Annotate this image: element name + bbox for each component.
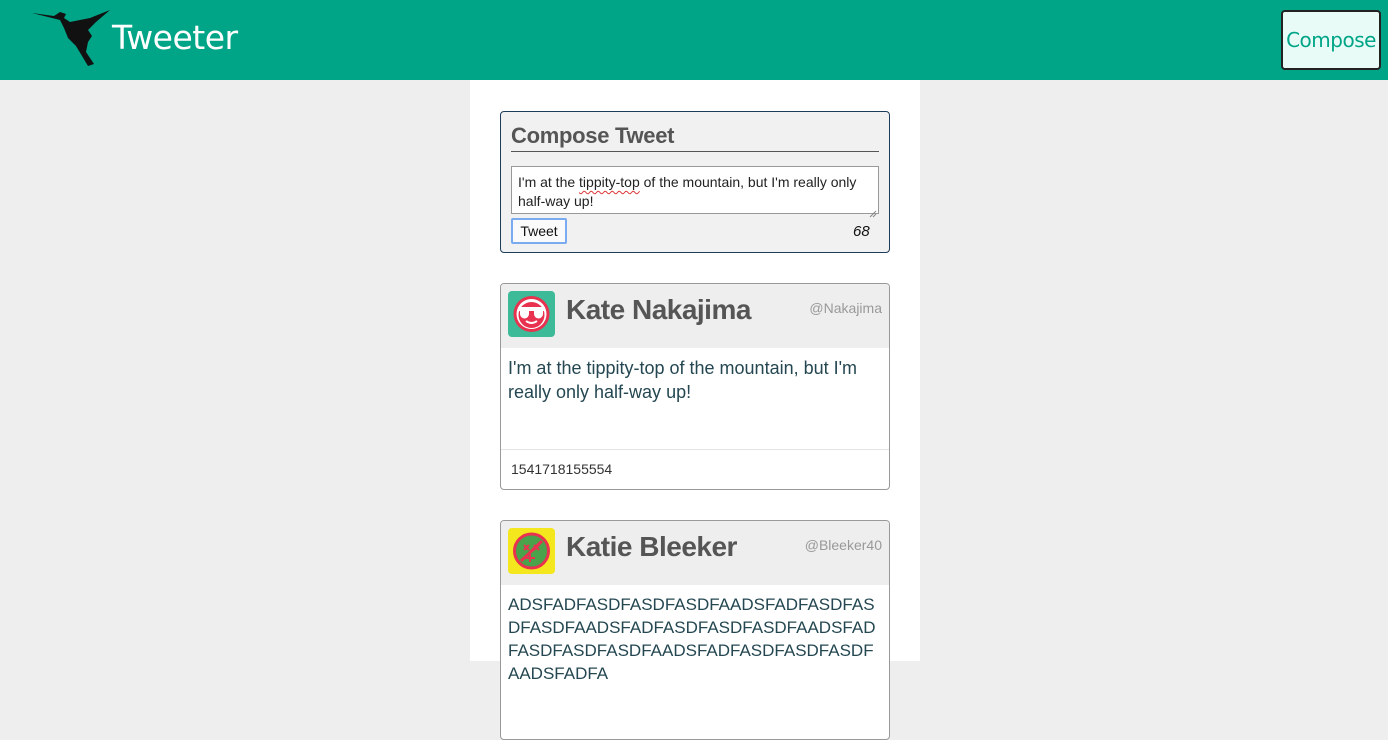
avatar [508,528,555,574]
avatar [508,291,555,337]
textarea-resize-handle-icon[interactable] [869,205,877,218]
tweet-header: Katie Bleeker @Bleeker40 [501,521,889,585]
misspelled-word: tippity-top [579,174,640,190]
compose-title: Compose Tweet [511,122,879,152]
dizzy-face-icon [513,532,550,570]
tweet-submit-button[interactable]: Tweet [511,218,567,244]
tweet-timestamp: 1541718155554 [511,461,613,477]
tweet-author-handle: @Bleeker40 [804,537,882,553]
tweet-textarea[interactable]: I'm at the tippity-top of the mountain, … [511,166,879,214]
tweet-body: ADSFADFASDFASDFASDFAADSFADFASDFASDFASDFA… [508,595,876,683]
navbar: Tweeter Compose [0,0,1388,80]
hummingbird-logo-icon [30,8,112,68]
compose-button[interactable]: Compose [1281,10,1381,70]
character-counter: 68 [853,223,870,240]
tweet-author-name: Katie Bleeker [566,531,737,562]
compose-tweet-form: Compose Tweet I'm at the tippity-top of … [500,111,890,253]
tweet-author-handle: @Nakajima [809,300,882,316]
tweet-header: Kate Nakajima @Nakajima [501,284,889,348]
tweet-author-name: Kate Nakajima [566,294,751,325]
main-container: Compose Tweet I'm at the tippity-top of … [470,80,920,740]
brand-title[interactable]: Tweeter [112,18,238,58]
tweet-footer: 1541718155554 [501,449,889,489]
tweet-body: I'm at the tippity-top of the mountain, … [508,358,858,402]
tweet-card: Kate Nakajima @Nakajima I'm at the tippi… [500,283,890,490]
tweet-card: Katie Bleeker @Bleeker40 ADSFADFASDFASDF… [500,520,890,740]
sunglasses-face-icon [513,296,550,332]
